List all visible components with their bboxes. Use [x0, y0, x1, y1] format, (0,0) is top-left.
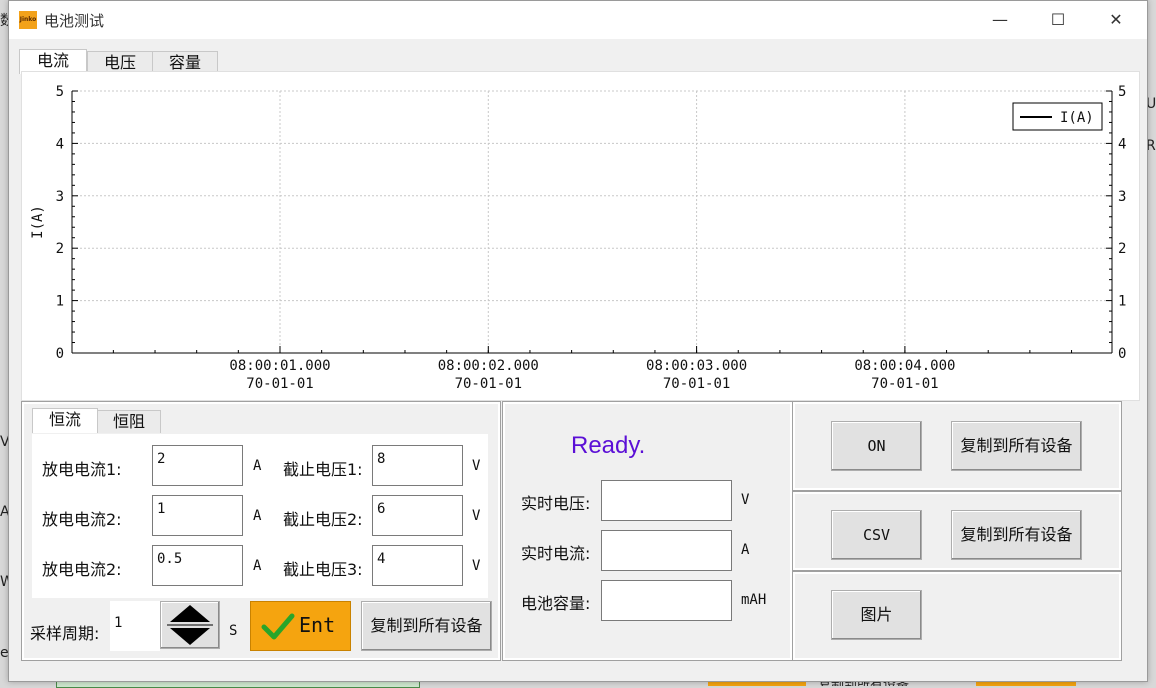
- discharge-current-1-unit: A: [253, 458, 262, 474]
- minimize-button[interactable]: —: [971, 1, 1029, 39]
- battery-capacity-label: 电池容量:: [521, 594, 591, 613]
- sample-period-unit: S: [229, 623, 238, 639]
- discharge-current-2-input[interactable]: 1: [152, 495, 243, 536]
- x-tick-label-time: 08:00:03.000: [646, 358, 747, 374]
- realtime-voltage-unit: V: [741, 492, 750, 508]
- spinner-arrows-icon: [167, 605, 213, 645]
- current-chart: 0 0 1 1 2 2 3 3 4 4 5 5 08:00:01.000 70-01-01 08:00:02…: [21, 71, 1140, 401]
- cutoff-voltage-1-input[interactable]: 8: [372, 445, 463, 486]
- y-tick-label-right: 1: [1118, 294, 1126, 310]
- realtime-current-unit: A: [741, 542, 750, 558]
- copy-on-button[interactable]: 复制到所有设备: [951, 421, 1082, 471]
- cutoff-voltage-3-label: 截止电压3:: [283, 560, 363, 579]
- enter-button-label: Ent: [299, 613, 336, 637]
- title-bar[interactable]: Jinko 电池测试 — ☐ ✕: [9, 1, 1147, 39]
- cutoff-voltage-1-unit: V: [472, 458, 481, 474]
- discharge-current-2-unit: A: [253, 508, 262, 524]
- battery-capacity-unit: mAH: [741, 592, 767, 608]
- discharge-current-3-unit: A: [253, 558, 262, 574]
- sample-period-spinner[interactable]: [160, 601, 220, 649]
- cutoff-voltage-3-input[interactable]: 4: [372, 545, 463, 586]
- y-tick-label-right: 5: [1118, 84, 1126, 100]
- y-tick-label-left: 4: [56, 136, 64, 152]
- battery-capacity-field: [601, 580, 732, 621]
- cutoff-voltage-1-label: 截止电压1:: [283, 460, 363, 479]
- x-tick-label-time: 08:00:04.000: [854, 358, 955, 374]
- y-tick-label-right: 4: [1118, 136, 1126, 152]
- discharge-current-1-label: 放电电流1:: [42, 460, 122, 479]
- realtime-voltage-label: 实时电压:: [521, 494, 591, 513]
- y-tick-label-right: 3: [1118, 189, 1126, 205]
- copy-csv-button[interactable]: 复制到所有设备: [951, 510, 1082, 560]
- y-axis-title: I(A): [30, 205, 46, 239]
- legend-label: I(A): [1060, 110, 1094, 126]
- cutoff-voltage-2-label: 截止电压2:: [283, 510, 363, 529]
- maximize-button[interactable]: ☐: [1029, 1, 1087, 39]
- x-tick-label-date: 70-01-01: [246, 376, 313, 392]
- sample-period-input[interactable]: 1: [110, 601, 160, 651]
- realtime-voltage-field: [601, 480, 732, 521]
- y-tick-label-left: 5: [56, 84, 64, 100]
- x-tick-label-date: 70-01-01: [663, 376, 730, 392]
- y-tick-label-left: 2: [56, 241, 64, 257]
- discharge-current-1-input[interactable]: 2: [152, 445, 243, 486]
- realtime-current-label: 实时电流:: [521, 544, 591, 563]
- cutoff-voltage-2-input[interactable]: 6: [372, 495, 463, 536]
- ready-status: Ready.: [571, 432, 646, 459]
- y-tick-label-left: 3: [56, 189, 64, 205]
- x-tick-label-date: 70-01-01: [455, 376, 522, 392]
- app-logo-icon: Jinko: [19, 11, 37, 29]
- parameter-panel: 恒流 恒阻 放电电流1: 2 A 截止电压1: 8 V 放电电流2: 1 A 截…: [21, 401, 501, 661]
- sample-period-label: 采样周期:: [30, 624, 100, 643]
- x-tick-label-time: 08:00:02.000: [438, 358, 539, 374]
- checkmark-icon: [261, 613, 295, 640]
- image-panel: 图片: [792, 571, 1122, 661]
- status-panel: Ready. 实时电压: V 实时电流: A 电池容量: mAH: [502, 401, 793, 661]
- on-panel: ON 复制到所有设备: [792, 401, 1122, 491]
- csv-panel: CSV 复制到所有设备: [792, 491, 1122, 571]
- discharge-current-2-label: 放电电流2:: [42, 510, 122, 529]
- cutoff-voltage-2-unit: V: [472, 508, 481, 524]
- mode-tab-strip: 恒流 恒阻: [30, 408, 490, 434]
- enter-button[interactable]: Ent: [250, 601, 351, 651]
- cutoff-voltage-3-unit: V: [472, 558, 481, 574]
- on-button[interactable]: ON: [831, 421, 922, 471]
- y-tick-label-left: 1: [56, 294, 64, 310]
- copy-params-button[interactable]: 复制到所有设备: [361, 601, 492, 651]
- discharge-current-3-input[interactable]: 0.5: [152, 545, 243, 586]
- tab-constant-resistance[interactable]: 恒阻: [97, 410, 161, 433]
- tab-constant-current[interactable]: 恒流: [32, 408, 98, 433]
- save-image-button[interactable]: 图片: [831, 590, 922, 640]
- y-tick-label-right: 0: [1118, 346, 1126, 362]
- battery-test-window: Jinko 电池测试 — ☐ ✕ 电流 电压 容量 0 0 1 1 2 2 3 3 4 4 5 5 08…: [8, 0, 1148, 682]
- y-tick-label-right: 2: [1118, 241, 1126, 257]
- x-tick-label-time: 08:00:01.000: [229, 358, 330, 374]
- x-tick-label-date: 70-01-01: [871, 376, 938, 392]
- y-tick-label-left: 0: [56, 346, 64, 362]
- close-button[interactable]: ✕: [1087, 1, 1145, 39]
- realtime-current-field: [601, 530, 732, 571]
- window-title: 电池测试: [44, 12, 105, 30]
- discharge-current-3-label: 放电电流2:: [42, 560, 122, 579]
- chart-svg: 0 0 1 1 2 2 3 3 4 4 5 5 08:00:01.000 70-01-01 08:00:02…: [30, 84, 1126, 392]
- csv-button[interactable]: CSV: [831, 510, 922, 560]
